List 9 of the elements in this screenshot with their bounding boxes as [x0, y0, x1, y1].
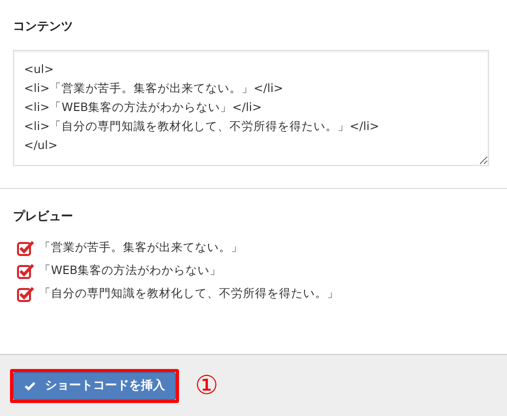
preview-item-text: 「WEB集客の方法がわからない」	[39, 263, 222, 278]
section-heading: コンテンツ	[13, 18, 74, 34]
step-number-annotation: ①	[195, 370, 218, 400]
content-text-area[interactable]: <ul> <li>「営業が苦手。集客が出来てない。」</li> <li>「WEB集客の方法がわからない」</li> <li>「自分の専門知識を教材化して、不労所得を得たい。」</li> </ul>	[13, 50, 489, 166]
checkmark-icon	[24, 380, 36, 390]
preview-item-text: 「営業が苦手。集客が出来てない。」	[39, 240, 243, 255]
insert-shortcode-button[interactable]: ショートコードを挿入	[13, 372, 176, 400]
section-heading: プレビュー	[13, 208, 74, 224]
preview-item-text: 「自分の専門知識を教材化して、不労所得を得たい。」	[39, 286, 339, 301]
